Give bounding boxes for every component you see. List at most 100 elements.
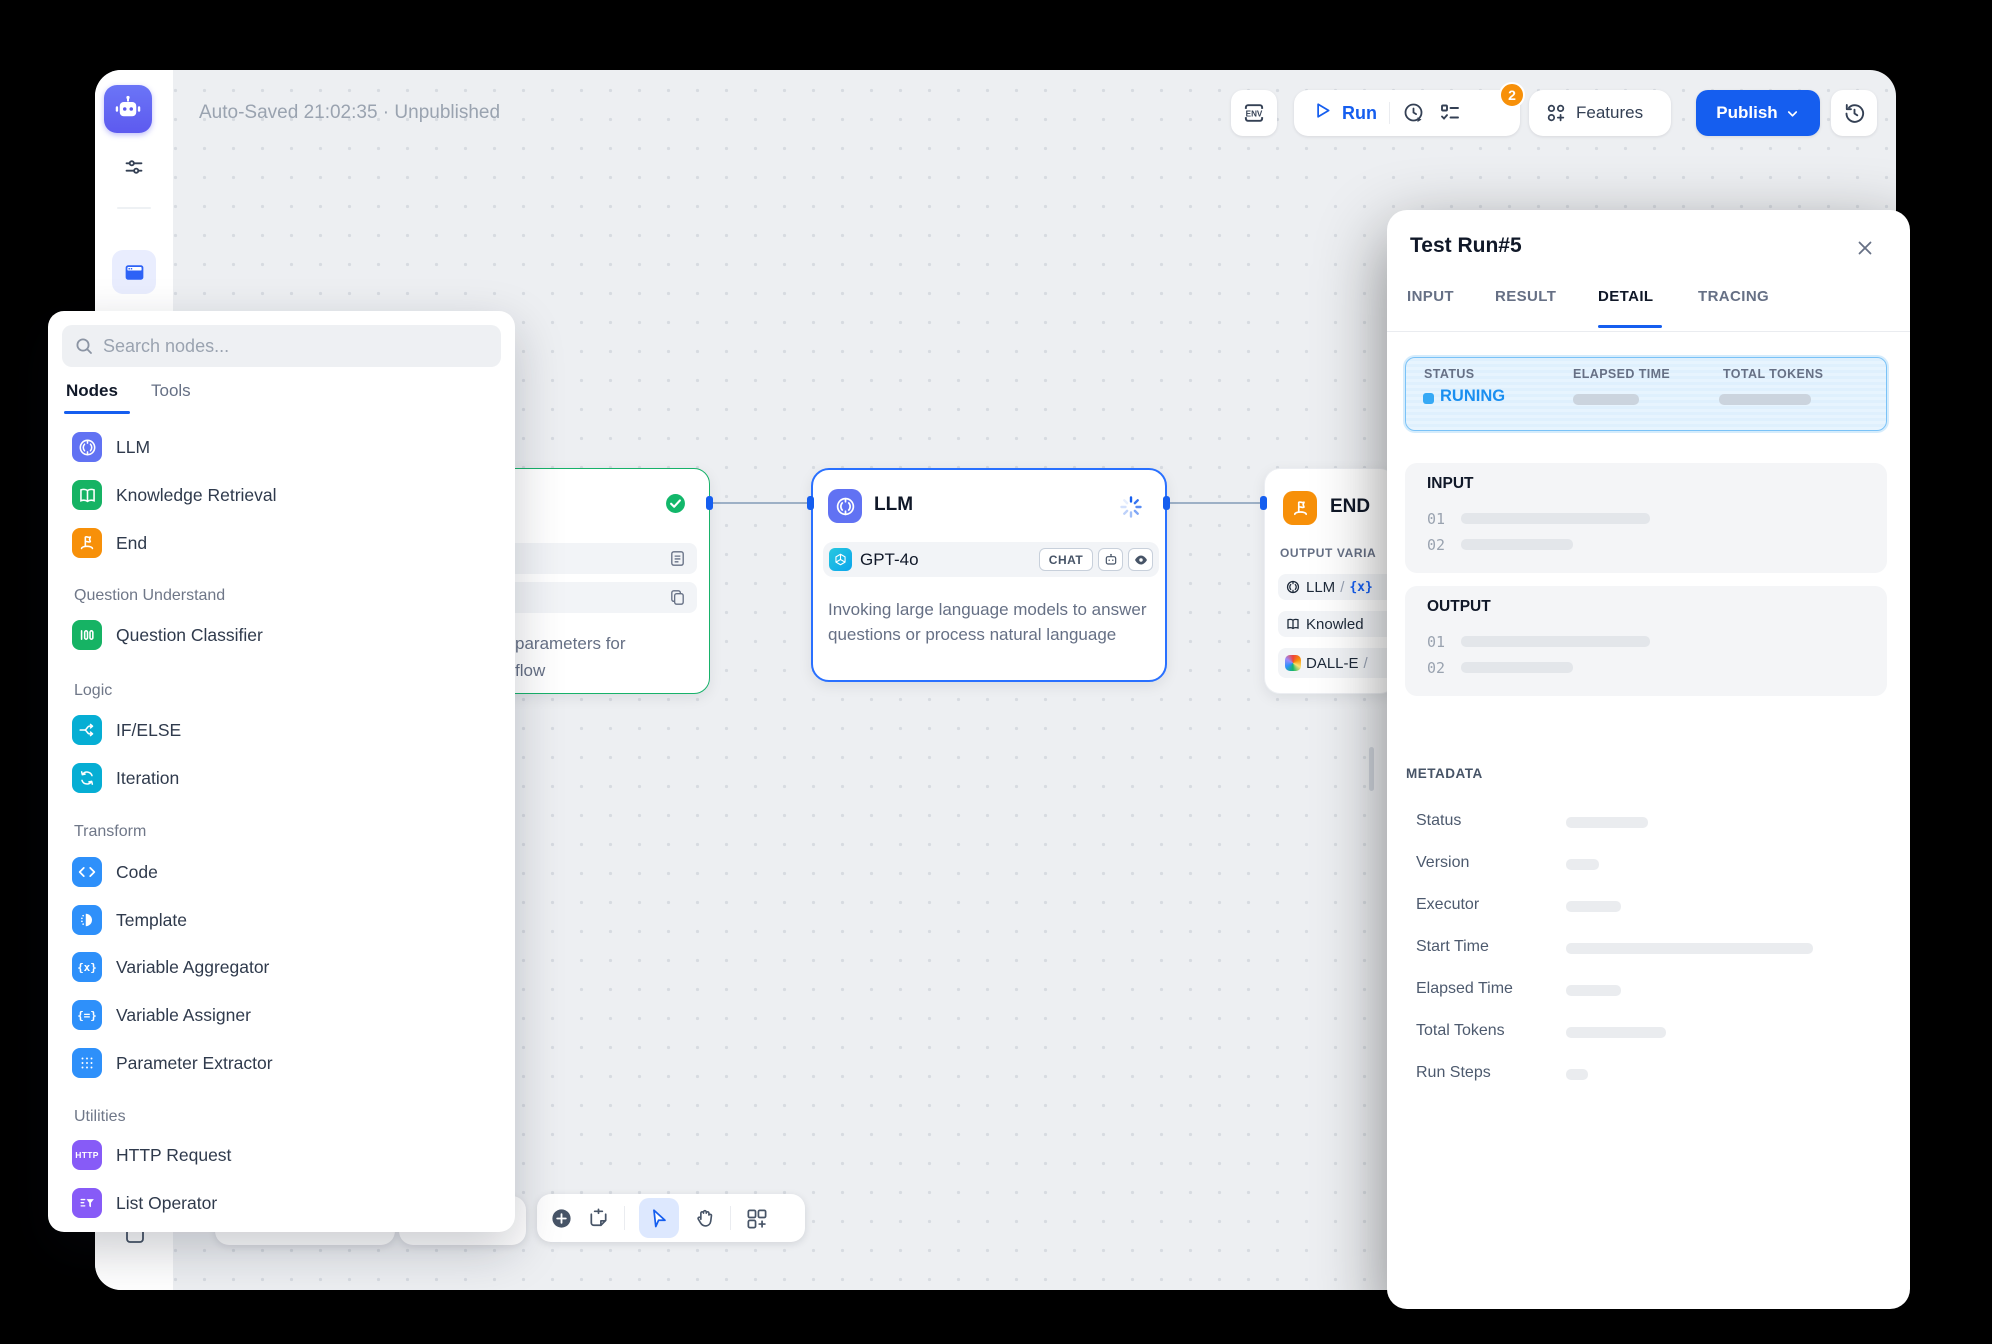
- add-note-button[interactable]: [587, 1207, 610, 1230]
- tab-input[interactable]: INPUT: [1407, 288, 1454, 305]
- start-output-handle[interactable]: [706, 496, 713, 510]
- history-icon: [1842, 101, 1867, 126]
- input-section: INPUT 01 02: [1405, 463, 1887, 573]
- palette-item-knowledge-retrieval[interactable]: Knowledge Retrieval: [72, 480, 492, 510]
- palette-item-template[interactable]: Template: [72, 905, 492, 935]
- workflow-window-tab[interactable]: [112, 250, 156, 294]
- run-toolbar: Run 2: [1294, 90, 1520, 136]
- history-button[interactable]: [1831, 90, 1877, 136]
- vision-eye-badge-icon[interactable]: [1128, 548, 1153, 571]
- run-button[interactable]: Run: [1312, 100, 1377, 126]
- palette-item-question-classifier[interactable]: Question Classifier: [72, 620, 492, 650]
- metadata-placeholder: [1566, 1069, 1588, 1080]
- item-label: Iteration: [116, 768, 179, 789]
- divider: [1387, 331, 1910, 332]
- end-variable-llm: LLM / {x}: [1278, 574, 1396, 600]
- palette-item-variable-aggregator[interactable]: {x} Variable Aggregator: [72, 952, 492, 982]
- app-logo[interactable]: [104, 85, 152, 133]
- palette-item-variable-assigner[interactable]: {=} Variable Assigner: [72, 1000, 492, 1030]
- tab-tracing[interactable]: TRACING: [1698, 288, 1769, 305]
- features-button[interactable]: Features: [1529, 90, 1671, 136]
- metadata-label: Version: [1416, 854, 1469, 872]
- publish-button[interactable]: Publish: [1696, 90, 1820, 136]
- metadata-label: Status: [1416, 812, 1461, 830]
- palette-item-list-operator[interactable]: List Operator: [72, 1188, 492, 1218]
- add-node-button[interactable]: [550, 1207, 573, 1230]
- metadata-placeholder: [1566, 901, 1621, 912]
- env-button[interactable]: ENV: [1231, 90, 1277, 136]
- output-variables-label: OUTPUT VARIA: [1280, 546, 1376, 560]
- canvas-toolbar: [537, 1194, 805, 1242]
- input-placeholder: [1461, 539, 1573, 550]
- palette-item-end[interactable]: End: [72, 528, 492, 558]
- metadata-row: Start Time: [1416, 938, 1876, 958]
- search-icon: [74, 336, 94, 356]
- end-variable-knowledge: Knowled: [1278, 611, 1396, 637]
- start-field-row[interactable]: [489, 582, 697, 613]
- section-utilities: Utilities: [74, 1108, 126, 1126]
- chat-mode-badge: CHAT: [1039, 548, 1093, 571]
- checklist-icon[interactable]: [1438, 101, 1462, 125]
- elapsed-placeholder: [1573, 394, 1639, 405]
- llm-input-handle[interactable]: [807, 496, 814, 510]
- variable-name: DALL-E: [1306, 655, 1359, 672]
- metadata-label: Start Time: [1416, 938, 1489, 956]
- divider: [624, 1206, 625, 1230]
- divider: [117, 207, 151, 209]
- node-search[interactable]: [62, 325, 501, 367]
- branch-icon: [72, 715, 102, 745]
- palette-item-http-request[interactable]: HTTP HTTP Request: [72, 1140, 492, 1170]
- robot-badge-icon[interactable]: [1098, 548, 1123, 571]
- metadata-row: Run Steps: [1416, 1064, 1876, 1084]
- preferences-sliders-icon[interactable]: [122, 155, 146, 179]
- panel-resize-handle[interactable]: [1369, 747, 1374, 791]
- pointer-tool-button[interactable]: [639, 1198, 679, 1238]
- variable-name: Knowled: [1306, 616, 1364, 633]
- input-placeholder: [1461, 513, 1650, 524]
- item-label: LLM: [116, 437, 150, 458]
- metadata-placeholder: [1566, 943, 1813, 954]
- metadata-placeholder: [1566, 859, 1599, 870]
- palette-item-llm[interactable]: LLM: [72, 432, 492, 462]
- env-icon: ENV: [1241, 100, 1267, 126]
- palette-item-code[interactable]: Code: [72, 857, 492, 887]
- metadata-row: Elapsed Time: [1416, 980, 1876, 1000]
- line-number: 01: [1427, 510, 1445, 528]
- variable-aggregator-icon: {x}: [72, 952, 102, 982]
- svg-text:ENV: ENV: [1246, 109, 1263, 118]
- tab-detail[interactable]: DETAIL: [1598, 288, 1653, 305]
- llm-model-selector[interactable]: GPT-4o CHAT: [823, 542, 1159, 577]
- test-run-panel: Test Run#5 INPUT RESULT DETAIL TRACING S…: [1387, 210, 1910, 1309]
- running-status-value: RUNING: [1440, 387, 1505, 406]
- variable-assigner-icon: {=}: [72, 1000, 102, 1030]
- palette-item-parameter-extractor[interactable]: Parameter Extractor: [72, 1048, 492, 1078]
- output-section: OUTPUT 01 02: [1405, 586, 1887, 696]
- end-node[interactable]: END OUTPUT VARIA LLM / {x} Knowled DALL-…: [1264, 468, 1396, 694]
- clock-play-icon[interactable]: [1402, 101, 1426, 125]
- end-input-handle[interactable]: [1260, 496, 1267, 510]
- publish-label: Publish: [1716, 103, 1777, 123]
- iteration-icon: [72, 763, 102, 793]
- metadata-row: Version: [1416, 854, 1876, 874]
- start-field-row[interactable]: [489, 543, 697, 574]
- metadata-placeholder: [1566, 817, 1648, 828]
- hand-tool-button[interactable]: [693, 1207, 716, 1230]
- template-icon: [72, 905, 102, 935]
- tab-nodes[interactable]: Nodes: [66, 381, 118, 401]
- document-icon: [668, 549, 687, 568]
- llm-node[interactable]: LLM: [811, 468, 1167, 682]
- run-label: Run: [1342, 103, 1377, 124]
- item-label: List Operator: [116, 1193, 217, 1214]
- llm-output-handle[interactable]: [1163, 496, 1170, 510]
- tab-result[interactable]: RESULT: [1495, 288, 1556, 305]
- palette-item-iteration[interactable]: Iteration: [72, 763, 492, 793]
- close-icon[interactable]: [1855, 238, 1875, 258]
- metadata-placeholder: [1566, 1027, 1666, 1038]
- line-number: 02: [1427, 659, 1445, 677]
- llm-mini-icon: [1285, 579, 1301, 595]
- organize-layout-button[interactable]: [745, 1207, 768, 1230]
- search-input[interactable]: [103, 336, 489, 357]
- http-icon: HTTP: [72, 1140, 102, 1170]
- tab-tools[interactable]: Tools: [151, 381, 191, 401]
- palette-item-if-else[interactable]: IF/ELSE: [72, 715, 492, 745]
